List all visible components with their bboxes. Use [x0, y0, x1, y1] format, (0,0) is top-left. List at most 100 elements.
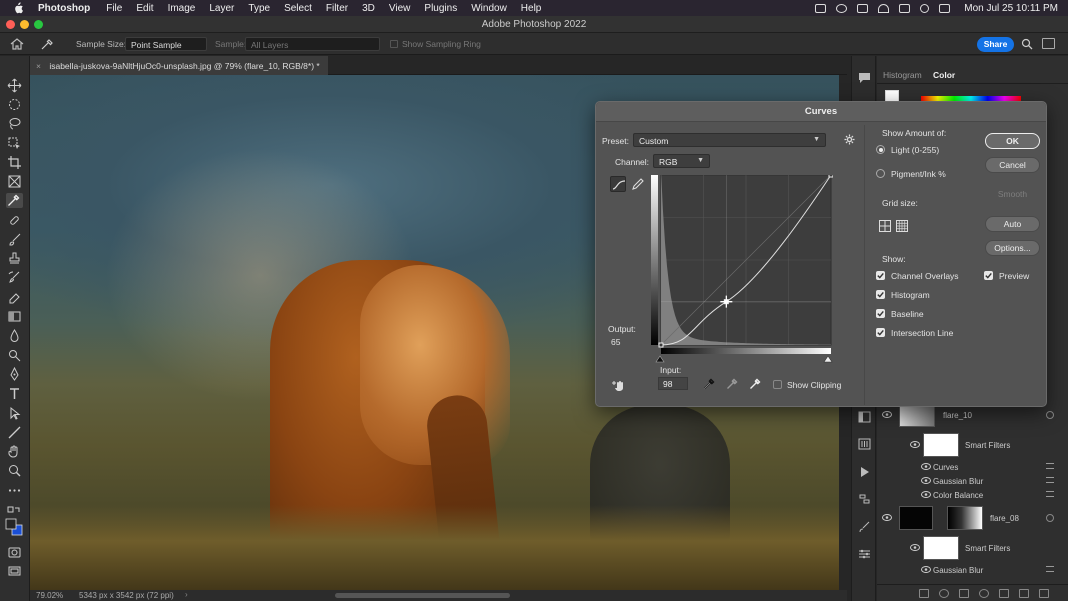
- edit-points-curve-button[interactable]: [610, 176, 626, 192]
- menu-3d[interactable]: 3D: [362, 3, 375, 14]
- filter-name[interactable]: Curves: [933, 463, 958, 472]
- eyedropper-tool-icon[interactable]: [6, 193, 23, 208]
- detailed-grid-icon[interactable]: [896, 220, 908, 232]
- foreground-background-color-icon[interactable]: [5, 518, 23, 536]
- curve-graph[interactable]: [651, 170, 834, 363]
- adjustments-icon[interactable]: [858, 548, 871, 560]
- options-button[interactable]: Options...: [985, 240, 1040, 256]
- output-field[interactable]: 65: [611, 337, 620, 347]
- layer-mask-thumbnail[interactable]: [947, 506, 983, 530]
- new-layer-icon[interactable]: [1019, 589, 1029, 598]
- object-select-tool-icon[interactable]: [7, 136, 22, 151]
- home-icon[interactable]: [10, 38, 24, 50]
- frame-tool-icon[interactable]: [7, 174, 22, 189]
- line-tool-icon[interactable]: [7, 425, 22, 440]
- visibility-eye-icon[interactable]: [882, 411, 892, 418]
- simple-grid-icon[interactable]: [879, 220, 891, 232]
- white-point-slider[interactable]: [823, 355, 833, 363]
- draw-curve-pencil-icon[interactable]: [630, 176, 646, 192]
- layer-row[interactable]: flare_08: [877, 506, 1068, 530]
- input-field[interactable]: 98: [658, 377, 688, 390]
- sample-size-select[interactable]: Point Sample: [125, 37, 207, 51]
- menu-image[interactable]: Image: [168, 3, 196, 14]
- channel-select[interactable]: RGB ▼: [653, 154, 710, 168]
- layer-row[interactable]: flare_10: [877, 403, 1068, 427]
- preset-select[interactable]: Custom ▼: [633, 133, 826, 147]
- link-layers-icon[interactable]: [919, 589, 929, 598]
- visibility-eye-icon[interactable]: [921, 477, 931, 484]
- layer-name[interactable]: flare_08: [990, 514, 1019, 523]
- screen-record-icon[interactable]: [815, 3, 827, 13]
- visibility-eye-icon[interactable]: [910, 441, 920, 448]
- menu-edit[interactable]: Edit: [136, 3, 153, 14]
- blur-tool-icon[interactable]: [7, 328, 22, 343]
- horizontal-scrollbar[interactable]: [335, 593, 510, 598]
- battery-icon[interactable]: [899, 3, 911, 13]
- clone-stamp-tool-icon[interactable]: [7, 251, 22, 266]
- lasso-tool-icon[interactable]: [7, 116, 22, 131]
- filter-blending-options-icon[interactable]: [1046, 463, 1054, 469]
- smooth-button[interactable]: Smooth: [985, 187, 1040, 203]
- document-tab[interactable]: × isabella-juskova-9aNltHjuOc0-unsplash.…: [30, 56, 328, 75]
- marquee-tool-icon[interactable]: [7, 97, 22, 112]
- zoom-level[interactable]: 79.02%: [36, 591, 63, 600]
- add-mask-icon[interactable]: [959, 589, 969, 598]
- menu-help[interactable]: Help: [521, 3, 542, 14]
- filter-mask-thumbnail[interactable]: [923, 536, 959, 560]
- menubar-clock[interactable]: Mon Jul 25 10:11 PM: [964, 3, 1058, 14]
- comments-icon[interactable]: [858, 72, 871, 84]
- smart-filters-row[interactable]: Smart Filters: [877, 536, 1068, 560]
- layer-name[interactable]: flare_10: [943, 411, 972, 420]
- menu-window[interactable]: Window: [471, 3, 507, 14]
- type-tool-icon[interactable]: [7, 386, 22, 401]
- apple-icon[interactable]: [12, 2, 24, 14]
- cancel-button[interactable]: Cancel: [985, 157, 1040, 173]
- zoom-tool-icon[interactable]: [7, 463, 22, 478]
- dropbox-icon[interactable]: [857, 3, 869, 13]
- gradient-tool-icon[interactable]: [7, 309, 22, 324]
- quick-mask-icon[interactable]: [7, 545, 22, 560]
- share-button[interactable]: Share: [977, 37, 1014, 52]
- history-icon[interactable]: [858, 493, 871, 505]
- filter-mask-thumbnail[interactable]: [923, 433, 959, 457]
- curves-dialog-title[interactable]: Curves: [596, 102, 1046, 122]
- menu-filter[interactable]: Filter: [326, 3, 348, 14]
- curve-control-point[interactable]: [658, 342, 664, 348]
- dodge-tool-icon[interactable]: [7, 348, 22, 363]
- filter-blending-options-icon[interactable]: [1046, 566, 1054, 572]
- eraser-tool-icon[interactable]: [7, 290, 22, 305]
- filter-blending-options-icon[interactable]: [1046, 477, 1054, 483]
- visibility-eye-icon[interactable]: [882, 514, 892, 521]
- tab-histogram[interactable]: Histogram: [883, 70, 922, 80]
- curve-control-point[interactable]: [828, 172, 834, 178]
- curve-graph-svg[interactable]: [651, 170, 834, 363]
- show-clipping-checkbox[interactable]: [773, 380, 782, 389]
- wifi-icon[interactable]: [878, 3, 890, 13]
- visibility-eye-icon[interactable]: [921, 566, 931, 573]
- gray-point-eyedropper-icon[interactable]: [726, 378, 738, 390]
- intersection-line-checkbox[interactable]: [876, 328, 885, 337]
- brush-tool-icon[interactable]: [7, 232, 22, 247]
- add-style-icon[interactable]: [939, 589, 949, 598]
- delete-layer-icon[interactable]: [1039, 589, 1049, 598]
- pigment-radio[interactable]: [876, 169, 885, 178]
- visibility-eye-icon[interactable]: [910, 544, 920, 551]
- channels-icon[interactable]: [858, 438, 871, 450]
- preset-options-gear-icon[interactable]: [844, 134, 855, 145]
- black-point-slider[interactable]: [655, 355, 665, 363]
- on-image-adjustment-hand-icon[interactable]: [611, 378, 629, 392]
- status-menu-arrow[interactable]: ›: [185, 590, 188, 599]
- filter-name[interactable]: Gaussian Blur: [933, 477, 983, 486]
- auto-button[interactable]: Auto: [985, 216, 1040, 232]
- pen-tool-icon[interactable]: [7, 366, 22, 382]
- menu-app-name[interactable]: Photoshop: [38, 3, 90, 14]
- search-icon[interactable]: [1021, 38, 1033, 50]
- more-tools-icon[interactable]: [7, 483, 22, 498]
- control-center-icon[interactable]: [939, 3, 951, 13]
- menu-select[interactable]: Select: [284, 3, 312, 14]
- workspace-panel-icon[interactable]: [1042, 38, 1055, 49]
- menu-type[interactable]: Type: [248, 3, 270, 14]
- baseline-checkbox[interactable]: [876, 309, 885, 318]
- new-group-icon[interactable]: [999, 589, 1009, 598]
- smart-filters-row[interactable]: Smart Filters: [877, 433, 1068, 457]
